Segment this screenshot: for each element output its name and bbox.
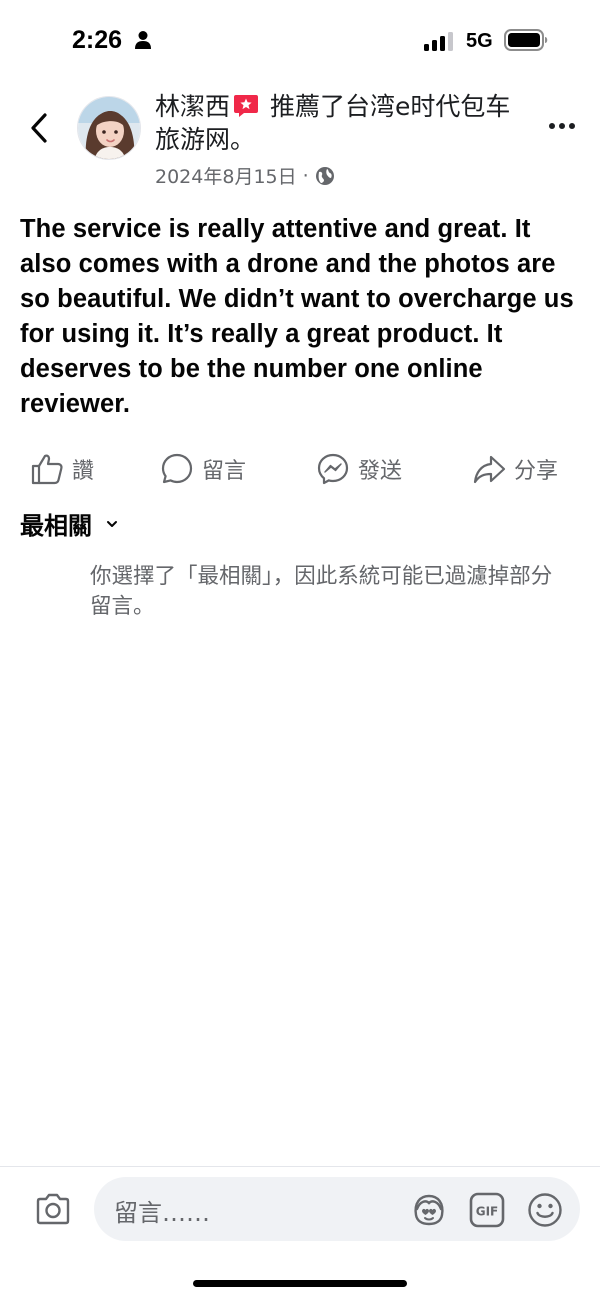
post-header: 林潔西 推薦了台湾e时代包车旅游网。 2024年8月15日 ·: [0, 84, 600, 194]
network-type: 5G: [466, 30, 493, 52]
post-title: 林潔西 推薦了台湾e时代包车旅游网。: [155, 90, 525, 156]
person-icon: [135, 31, 151, 49]
share-icon: [473, 455, 506, 484]
battery-icon: [504, 29, 548, 51]
back-arrow-icon: [31, 113, 47, 143]
comment-input[interactable]: 留言…… GIF: [94, 1177, 580, 1241]
globe-icon: [315, 166, 334, 185]
share-button[interactable]: 分享: [472, 446, 558, 492]
comment-button[interactable]: 留言: [160, 446, 246, 492]
comment-icon: [161, 453, 193, 484]
post-meta: 2024年8月15日 ·: [155, 162, 335, 189]
comment-label: 留言: [202, 459, 247, 484]
home-indicator[interactable]: [193, 1280, 407, 1287]
status-bar: 2:26 5G: [0, 0, 600, 80]
like-button[interactable]: 讚: [30, 446, 94, 492]
more-icon: [549, 123, 555, 129]
avatar-image: [78, 97, 140, 159]
recommend-badge-icon: [234, 95, 259, 117]
status-time: 2:26: [72, 26, 123, 54]
action-bar: 讚 留言 發送 分享: [0, 446, 600, 492]
send-button[interactable]: 發送: [316, 446, 402, 492]
comment-sort-dropdown[interactable]: 最相關: [20, 506, 118, 541]
comment-composer: 留言…… GIF: [0, 1166, 600, 1299]
gif-icon[interactable]: GIF: [468, 1191, 506, 1229]
send-label: 發送: [358, 459, 403, 484]
like-icon: [31, 454, 63, 485]
signal-icon: [424, 32, 453, 51]
more-options-button[interactable]: [544, 114, 580, 138]
author-name[interactable]: 林潔西: [155, 92, 230, 121]
messenger-icon: [317, 453, 349, 485]
gif-label: GIF: [476, 1205, 499, 1219]
chevron-down-icon: [107, 520, 117, 527]
post-text: The service is really attentive and grea…: [20, 215, 574, 418]
avatar[interactable]: [77, 96, 141, 160]
camera-icon: [36, 1193, 70, 1225]
filter-notice: 你選擇了「最相關」，因此系統可能已過濾掉部分留言。: [90, 564, 553, 619]
post-date[interactable]: 2024年8月15日: [155, 162, 297, 189]
comment-placeholder: 留言……: [114, 1199, 210, 1227]
emoji-icon[interactable]: [526, 1191, 564, 1229]
camera-button[interactable]: [33, 1189, 73, 1229]
back-button[interactable]: [22, 106, 56, 150]
sort-label: 最相關: [20, 512, 92, 540]
share-label: 分享: [514, 459, 559, 484]
like-label: 讚: [72, 459, 95, 484]
meta-separator: ·: [302, 164, 309, 187]
avatar-sticker-icon[interactable]: [410, 1191, 448, 1229]
